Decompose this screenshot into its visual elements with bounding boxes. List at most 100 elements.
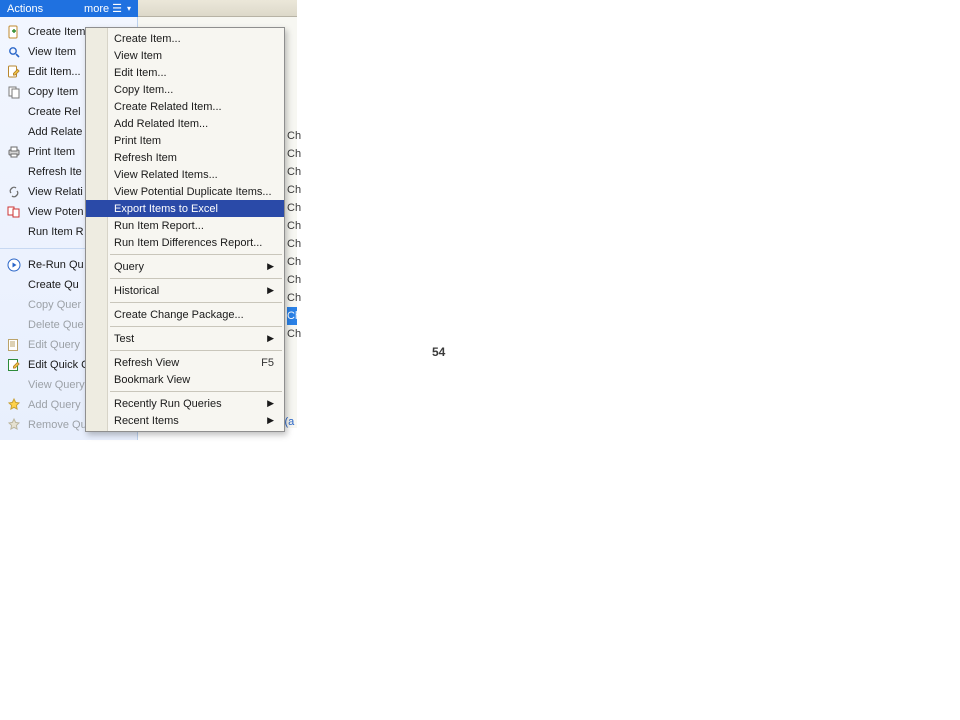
blank-icon [6, 317, 22, 333]
menu-item-label: Create Item... [114, 33, 181, 45]
actions-title: Actions [7, 3, 43, 15]
menu-item[interactable]: Create Item... [86, 30, 284, 47]
menu-item-label: Refresh View [114, 357, 179, 369]
list-item[interactable]: Ch [287, 289, 297, 307]
menu-item[interactable]: Run Item Report... [86, 217, 284, 234]
menu-item[interactable]: Refresh View F5 [86, 354, 284, 371]
sidebar-item-label: Re-Run Qu [28, 259, 84, 271]
sidebar-item-label: Edit Query [28, 339, 80, 351]
sidebar-item-label: Remove Qu [28, 419, 87, 431]
chevron-down-icon: ▾ [127, 4, 131, 13]
menu-item[interactable]: View Related Items... [86, 166, 284, 183]
menu-item[interactable]: Create Change Package... [86, 306, 284, 323]
actions-context-menu: Create Item... View Item Edit Item... Copy … [85, 27, 285, 432]
menu-separator [110, 254, 282, 255]
search-icon [6, 44, 22, 60]
sidebar-item-label: Copy Quer [28, 299, 81, 311]
menu-item[interactable]: Run Item Differences Report... [86, 234, 284, 251]
menu-item-label: Test [114, 333, 134, 345]
blank-icon [6, 104, 22, 120]
list-item[interactable]: Ch [287, 271, 297, 289]
chevron-right-icon: ▶ [267, 261, 274, 272]
sidebar-item-label: Refresh Ite [28, 166, 82, 178]
sidebar-item-label: Copy Item [28, 86, 78, 98]
menu-item-label: Historical [114, 285, 159, 297]
star-remove-icon [6, 417, 22, 433]
sidebar-item-label: Create Item [28, 26, 85, 38]
sidebar-item-label: Add Query [28, 399, 81, 411]
menu-item[interactable]: Bookmark View [86, 371, 284, 388]
menu-item-label: Recent Items [114, 415, 179, 427]
list-item[interactable]: Ch [287, 325, 297, 343]
document-new-icon [6, 24, 22, 40]
menu-item[interactable]: Refresh Item [86, 149, 284, 166]
duplicate-icon [6, 204, 22, 220]
menu-item[interactable]: Edit Item... [86, 64, 284, 81]
sidebar-item-label: Run Item R [28, 226, 84, 238]
copy-icon [6, 84, 22, 100]
edit-query-icon [6, 337, 22, 353]
sidebar-item-label: Create Rel [28, 106, 81, 118]
list-icon: ☰ [112, 2, 122, 15]
chevron-right-icon: ▶ [267, 285, 274, 296]
sidebar-item-label: View Query [28, 379, 85, 391]
menu-item-label: Create Change Package... [114, 309, 244, 321]
menu-item-label: Add Related Item... [114, 118, 208, 130]
sidebar-item-label: View Poten [28, 206, 83, 218]
list-item[interactable]: Ch [287, 253, 297, 271]
more-button[interactable]: more ☰ ▾ [84, 2, 131, 15]
chevron-right-icon: ▶ [267, 333, 274, 344]
blank-icon [6, 224, 22, 240]
link-icon [6, 184, 22, 200]
menu-item[interactable]: Recent Items▶ [86, 412, 284, 429]
menu-item[interactable]: Print Item [86, 132, 284, 149]
sidebar-item-label: Edit Quick Q [28, 359, 90, 371]
menu-item[interactable]: Export Items to Excel [86, 200, 284, 217]
menu-item-label: Edit Item... [114, 67, 167, 79]
menu-separator [110, 350, 282, 351]
menu-item[interactable]: View Potential Duplicate Items... [86, 183, 284, 200]
menu-item[interactable]: Create Related Item... [86, 98, 284, 115]
menu-item[interactable]: Historical ▶ [86, 282, 284, 299]
menu-item[interactable]: Add Related Item... [86, 115, 284, 132]
menu-item-label: Refresh Item [114, 152, 177, 164]
list-item[interactable]: Ch [287, 163, 297, 181]
menu-item-label: Create Related Item... [114, 101, 222, 113]
list-item[interactable]: Ch [287, 181, 297, 199]
menu-item-label: View Item [114, 50, 162, 62]
menu-item-label: Bookmark View [114, 374, 190, 386]
menu-item-label: Run Item Differences Report... [114, 237, 262, 249]
more-label: more [84, 3, 109, 15]
menu-item[interactable]: Copy Item... [86, 81, 284, 98]
blank-icon [6, 164, 22, 180]
menu-separator [110, 326, 282, 327]
sidebar-item-label: View Item [28, 46, 76, 58]
menu-item[interactable]: Test ▶ [86, 330, 284, 347]
menu-item[interactable]: View Item [86, 47, 284, 64]
list-item[interactable]: Ch [287, 199, 297, 217]
menu-item[interactable]: Recently Run Queries▶ [86, 395, 284, 412]
menu-item-label: Recently Run Queries [114, 398, 222, 410]
menu-item-label: View Related Items... [114, 169, 218, 181]
actions-header[interactable]: Actions more ☰ ▾ [0, 0, 138, 17]
sidebar-item-label: Add Relate [28, 126, 82, 138]
list-item[interactable]: Ch [287, 127, 297, 145]
menu-item-label: Copy Item... [114, 84, 173, 96]
blank-icon [6, 297, 22, 313]
menu-item-label: Print Item [114, 135, 161, 147]
sidebar-item-label: Edit Item... [28, 66, 81, 78]
content-number: 54 [287, 343, 432, 361]
list-item[interactable]: Ch [287, 145, 297, 163]
blank-icon [6, 124, 22, 140]
menu-separator [110, 278, 282, 279]
sidebar-item-label: View Relati [28, 186, 83, 198]
list-item[interactable]: Ch [287, 307, 297, 325]
menu-item-label: Query [114, 261, 144, 273]
list-item[interactable]: Ch [287, 217, 297, 235]
play-icon [6, 257, 22, 273]
list-item[interactable]: Ch [287, 235, 297, 253]
sidebar-item-label: Delete Que [28, 319, 84, 331]
edit-quick-icon [6, 357, 22, 373]
menu-shortcut: F5 [261, 357, 274, 369]
menu-item[interactable]: Query ▶ [86, 258, 284, 275]
